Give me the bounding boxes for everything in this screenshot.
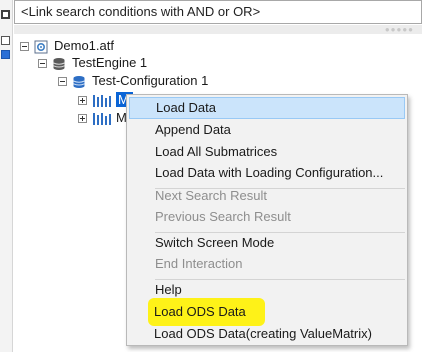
menu-item-load-all-submatrices[interactable]: Load All Submatrices (129, 141, 405, 163)
filter-icon[interactable] (1, 50, 10, 59)
menu-item-load-data[interactable]: Load Data (129, 97, 405, 119)
tree-node-configuration[interactable]: Test-Configuration 1 (58, 71, 208, 91)
menu-item-end-interaction: End Interaction (155, 256, 243, 271)
matrix-bars-icon (92, 112, 112, 126)
tree-node-label: Demo1.atf (54, 38, 114, 53)
tree-node-matrix-2[interactable]: M (78, 108, 127, 128)
menu-item-load-ods-data[interactable]: Load ODS Data (128, 301, 404, 323)
collapse-icon[interactable] (38, 59, 47, 69)
tree-view-icon[interactable] (1, 36, 10, 45)
tree-node-label: Test-Configuration 1 (92, 73, 209, 88)
search-conditions-input[interactable]: <Link search conditions with AND or OR> (14, 0, 422, 24)
database-blue-icon (72, 75, 86, 89)
left-toolbar (0, 0, 13, 352)
tree-header-bar: ●●●●● (14, 25, 422, 34)
resize-grip-icon[interactable]: ●●●●● (385, 25, 414, 34)
menu-item-switch-screen-mode[interactable]: Switch Screen Mode (129, 232, 405, 254)
menu-item-next-search-result: Next Search Result (155, 188, 267, 203)
expand-icon[interactable] (78, 96, 87, 106)
menu-item-load-ods-data-valuematrix[interactable]: Load ODS Data(creating ValueMatrix) (128, 323, 404, 345)
menu-item-previous-search-result: Previous Search Result (155, 209, 291, 224)
menu-item-append-data[interactable]: Append Data (129, 119, 405, 141)
tree-node-label: TestEngine 1 (72, 55, 148, 70)
expand-icon[interactable] (78, 114, 87, 124)
file-settings-icon (34, 40, 48, 54)
matrix-bars-icon (92, 94, 112, 108)
tree-node-matrix-1[interactable]: M (78, 90, 133, 110)
menu-item-load-data-with-config[interactable]: Load Data with Loading Configuration... (129, 162, 405, 184)
collapse-icon[interactable] (20, 42, 29, 52)
window-icon[interactable] (1, 10, 10, 19)
collapse-icon[interactable] (58, 77, 67, 87)
tree-node-engine[interactable]: TestEngine 1 (38, 53, 147, 73)
database-icon (52, 57, 66, 71)
